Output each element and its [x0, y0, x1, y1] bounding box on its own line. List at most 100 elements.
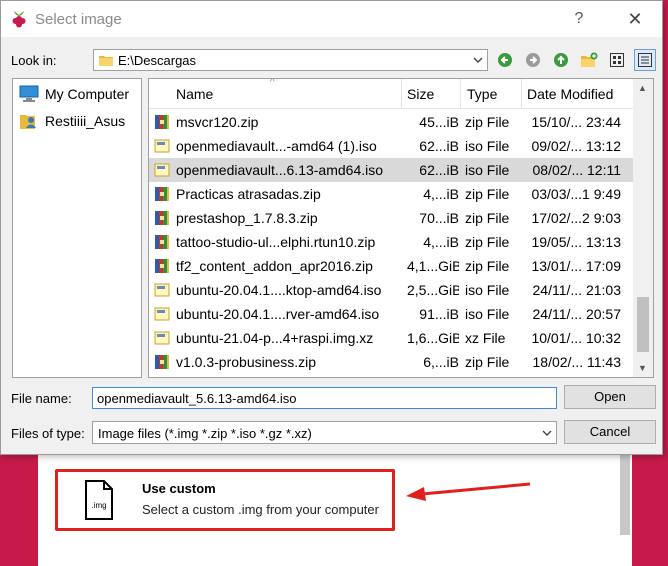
use-custom-title: Use custom	[142, 481, 216, 496]
file-row[interactable]: msvcr120.zip 45...iB zip File 15/10/... 23:…	[149, 110, 634, 134]
file-date-cell: 03/03/...1 9:49	[531, 186, 621, 202]
zip-icon	[154, 354, 170, 370]
scroll-up-icon[interactable]: ▲	[638, 83, 647, 93]
look-in-combo[interactable]: E:\Descargas	[93, 49, 488, 71]
column-header-name[interactable]: Name	[176, 86, 213, 102]
img-file-icon: .img	[85, 480, 113, 520]
file-list-scrollbar[interactable]: ▲ ▼	[633, 79, 653, 377]
file-row[interactable]: ubuntu-20.04.1....ktop-amd64.iso 2,5...Gi…	[149, 278, 634, 302]
file-date-cell: 09/02/... 13:12	[531, 138, 621, 154]
zip-icon	[154, 258, 170, 274]
file-type-cell: zip File	[465, 114, 510, 130]
file-type-select[interactable]: Image files (*.img *.zip *.iso *.gz *.xz…	[92, 421, 557, 444]
use-custom-subtitle: Select a custom .img from your computer	[142, 502, 379, 517]
file-row[interactable]: ubuntu-21.04-p...4+raspi.img.xz 1,6...GiB…	[149, 326, 634, 350]
file-row[interactable]: Practicas atrasadas.zip 4,...iB zip File 03…	[149, 182, 634, 206]
list-view-button[interactable]	[606, 49, 628, 71]
column-header-type[interactable]: Type	[467, 86, 497, 102]
file-name-cell: tf2_content_addon_apr2016.zip	[176, 258, 373, 274]
new-folder-icon	[581, 52, 598, 67]
file-date-cell: 13/01/... 17:09	[531, 258, 621, 274]
close-button[interactable]: ✕	[621, 7, 649, 31]
detail-view-button[interactable]	[634, 49, 656, 71]
user-folder-icon	[20, 115, 36, 129]
detail-view-icon	[638, 53, 652, 67]
file-type-cell: zip File	[465, 234, 510, 250]
file-name-cell: ubuntu-21.04-p...4+raspi.img.xz	[176, 330, 374, 346]
xz-icon	[154, 330, 170, 346]
iso-icon	[154, 282, 170, 298]
file-row[interactable]: v1.0.3-probusiness.zip 6,...iB zip File 18/…	[149, 350, 634, 374]
parent-folder-button[interactable]	[550, 49, 572, 71]
open-button[interactable]: Open	[564, 385, 656, 409]
file-size-cell: 4,...iB	[423, 234, 459, 250]
file-name-input[interactable]	[92, 387, 557, 409]
file-name-cell: tattoo-studio-ul...elphi.rtun10.zip	[176, 234, 376, 250]
file-type-cell: zip File	[465, 210, 510, 226]
forward-arrow-icon	[526, 53, 540, 67]
file-list: ^ Name Size Type Date Modified msvcr120.…	[148, 78, 654, 378]
column-header-size[interactable]: Size	[407, 86, 434, 102]
computer-icon	[19, 85, 39, 102]
column-divider[interactable]	[401, 79, 402, 109]
back-button[interactable]	[494, 49, 516, 71]
file-name-cell: prestashop_1.7.8.3.zip	[176, 210, 318, 226]
dialog-titlebar[interactable]: Select image ? ✕	[1, 1, 662, 37]
look-in-label: Look in:	[11, 53, 57, 68]
help-button[interactable]: ?	[567, 7, 591, 31]
zip-icon	[154, 234, 170, 250]
chevron-down-icon	[473, 57, 483, 63]
file-type-label: Files of type:	[11, 426, 85, 441]
file-name-cell: Practicas atrasadas.zip	[176, 186, 321, 202]
file-row[interactable]: tf2_content_addon_apr2016.zip 4,1...GiB zi…	[149, 254, 634, 278]
os-list-scrollbar[interactable]	[620, 455, 630, 535]
select-image-dialog: Select image ? ✕ Look in: E:\Descargas M…	[0, 0, 663, 455]
scroll-thumb[interactable]	[637, 297, 649, 352]
cancel-button[interactable]: Cancel	[564, 420, 656, 444]
sidebar-item-label: My Computer	[45, 86, 130, 102]
forward-button[interactable]	[522, 49, 544, 71]
file-date-cell: 17/02/...2 9:03	[531, 210, 621, 226]
file-row[interactable]: openmediavault...-amd64 (1).iso 62...iB is…	[149, 134, 634, 158]
file-date-cell: 10/01/... 10:32	[531, 330, 621, 346]
sidebar-item-label: Restiiii_Asus	[45, 113, 126, 129]
look-in-value: E:\Descargas	[118, 53, 197, 68]
file-name-cell: ubuntu-20.04.1....ktop-amd64.iso	[176, 282, 382, 298]
up-arrow-icon	[554, 53, 568, 67]
sidebar-item-user[interactable]: Restiiii_Asus	[19, 110, 125, 132]
file-date-cell: 18/02/... 11:43	[532, 354, 621, 370]
file-row[interactable]: ubuntu-20.04.1....rver-amd64.iso 91...iB i…	[149, 302, 634, 326]
file-size-cell: 1,6...GiB	[407, 330, 459, 346]
file-size-cell: 91...iB	[419, 306, 459, 322]
new-folder-button[interactable]	[578, 49, 600, 71]
file-type-cell: zip File	[465, 258, 510, 274]
file-name-cell: openmediavault...6.13-amd64.iso	[176, 162, 384, 178]
column-divider[interactable]	[460, 79, 461, 109]
file-date-cell: 19/05/... 13:13	[531, 234, 621, 250]
svg-text:.img: .img	[91, 501, 106, 510]
file-date-cell: 08/02/... 12:11	[532, 162, 621, 178]
file-size-cell: 62...iB	[419, 162, 459, 178]
folder-icon	[99, 56, 113, 66]
sidebar-item-my-computer[interactable]: My Computer	[19, 83, 129, 105]
file-type-cell: iso File	[465, 162, 510, 178]
file-name-cell: ubuntu-20.04.1....rver-amd64.iso	[176, 306, 380, 322]
file-type-cell: zip File	[465, 186, 510, 202]
file-size-cell: 4,...iB	[423, 186, 459, 202]
dialog-title: Select image	[35, 11, 122, 28]
file-size-cell: 2,5...GiB	[407, 282, 459, 298]
file-row[interactable]: prestashop_1.7.8.3.zip 70...iB zip File 17/…	[149, 206, 634, 230]
column-header-date[interactable]: Date Modified	[527, 86, 613, 102]
file-name-cell: msvcr120.zip	[176, 114, 259, 130]
iso-icon	[154, 138, 170, 154]
file-date-cell: 24/11/... 20:57	[532, 306, 621, 322]
sort-ascending-icon: ^	[270, 78, 275, 88]
column-divider[interactable]	[521, 79, 522, 109]
use-custom-option[interactable]: .img Use custom Select a custom .img fro…	[55, 469, 395, 531]
file-size-cell: 4,1...GiB	[407, 258, 459, 274]
file-row[interactable]: openmediavault...6.13-amd64.iso 62...iB is…	[149, 158, 634, 182]
iso-icon	[154, 162, 170, 178]
scroll-down-icon[interactable]: ▼	[638, 363, 647, 373]
file-row[interactable]: tattoo-studio-ul...elphi.rtun10.zip 4,...…	[149, 230, 634, 254]
file-date-cell: 15/10/... 23:44	[531, 114, 621, 130]
